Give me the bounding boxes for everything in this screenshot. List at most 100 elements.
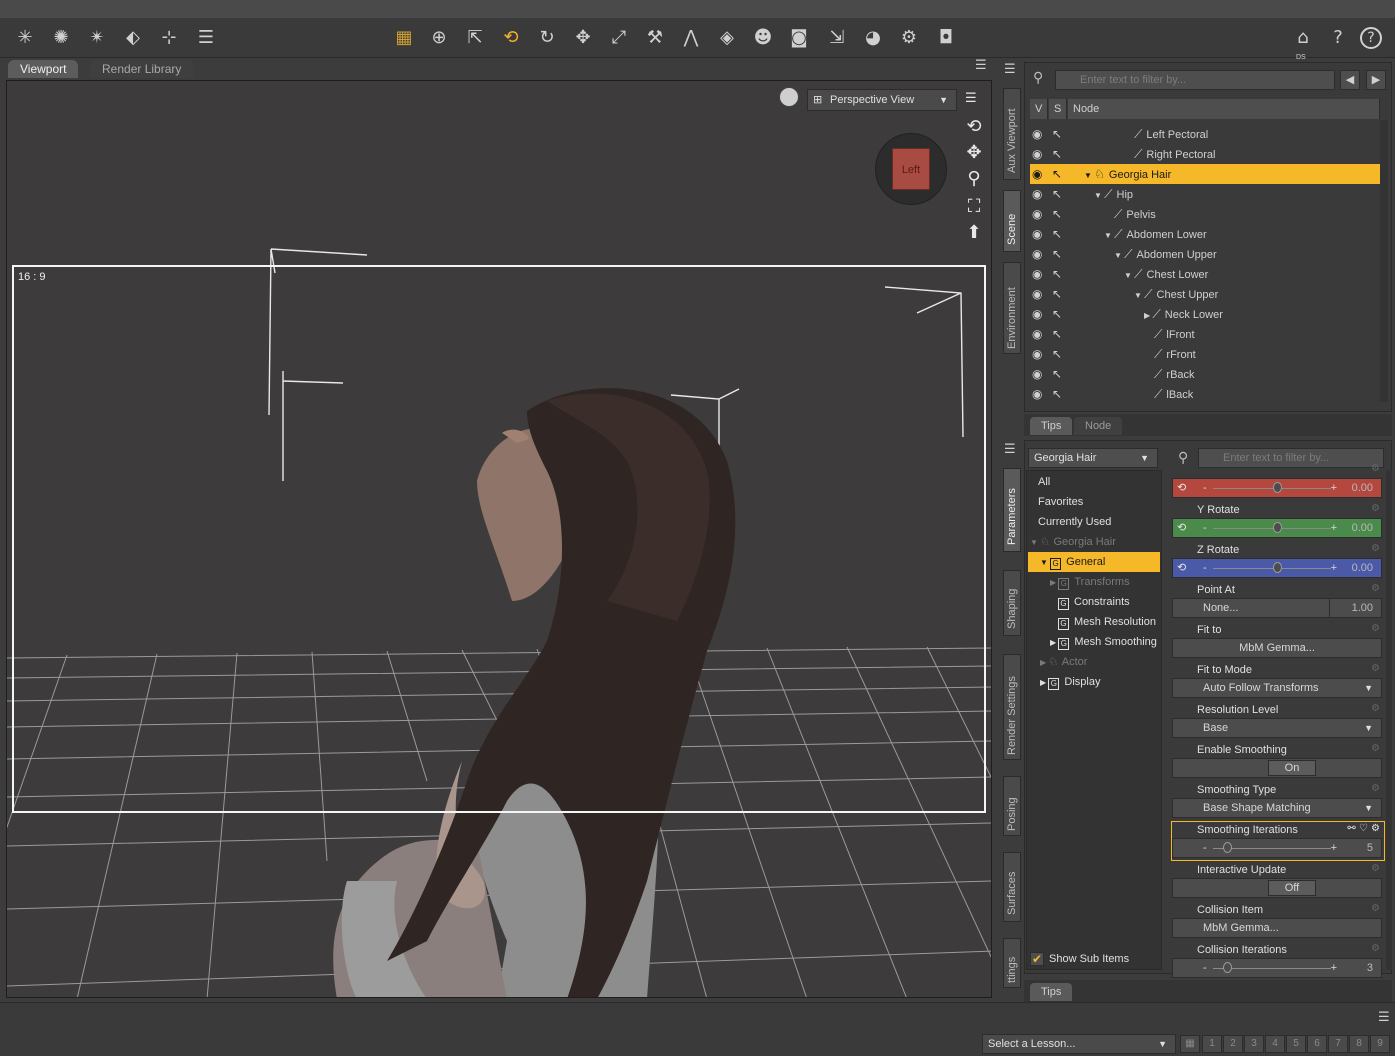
reset-view-icon[interactable]: ⬆ xyxy=(961,221,987,245)
slider-knob[interactable] xyxy=(1222,842,1232,853)
visibility-eye-icon[interactable]: ◉ xyxy=(1032,264,1042,284)
scene-node-row[interactable]: ◉ ↖ ▼ ⟋ Hip xyxy=(1030,184,1380,204)
decrement-icon[interactable]: - xyxy=(1203,479,1207,497)
parameter-category-item[interactable]: ▶ ♘ Actor xyxy=(1028,652,1160,672)
parameter-control[interactable]: Off xyxy=(1172,878,1382,898)
collapsed-arrow-icon[interactable]: ▶ xyxy=(1040,678,1048,687)
parameter-control[interactable]: MbM Gemma... xyxy=(1172,918,1382,938)
geometry-editor-icon[interactable]: ◈ xyxy=(714,26,740,50)
decrement-icon[interactable]: - xyxy=(1203,559,1207,577)
selectable-arrow-icon[interactable]: ↖ xyxy=(1052,184,1062,204)
tab-viewport[interactable]: Viewport xyxy=(8,60,79,78)
parameter-settings-icon[interactable]: ⚙ xyxy=(1371,463,1380,474)
joint-editor-icon[interactable]: ⚒ xyxy=(642,26,668,50)
increment-icon[interactable]: + xyxy=(1331,559,1337,577)
distant-light-icon[interactable]: ✺ xyxy=(48,26,74,50)
parameter-widget[interactable]: Smoothing Type ⚙ Base Shape Matching ▼ xyxy=(1172,782,1384,820)
twist-tool-icon[interactable]: ↻ xyxy=(534,26,560,50)
visibility-eye-icon[interactable]: ◉ xyxy=(1032,144,1042,164)
scene-node-row[interactable]: ◉ ↖ ▼ ♘ Georgia Hair xyxy=(1030,164,1380,184)
lesson-step-button[interactable]: 1 xyxy=(1202,1035,1222,1053)
region-navigator-icon[interactable]: ⇲ xyxy=(824,26,850,50)
collapsed-arrow-icon[interactable]: ▶ xyxy=(1050,638,1058,647)
selectable-arrow-icon[interactable]: ↖ xyxy=(1052,304,1062,324)
parameters-node-select[interactable]: Georgia Hair ▼ xyxy=(1028,448,1158,468)
tab-scene[interactable]: Scene xyxy=(1003,190,1021,252)
expanded-arrow-icon[interactable]: ▼ xyxy=(1040,558,1050,567)
expanded-arrow-icon[interactable]: ▼ xyxy=(1134,291,1144,300)
scene-node-row[interactable]: ◉ ↖ ⟋ lBack xyxy=(1030,384,1380,404)
parameter-widget[interactable]: Interactive Update ⚙ Off xyxy=(1172,862,1384,900)
increment-icon[interactable]: + xyxy=(1331,519,1337,537)
tab-shaping[interactable]: Shaping xyxy=(1003,570,1021,636)
parameter-category-item[interactable]: ▶ G Display xyxy=(1028,672,1160,692)
visibility-eye-icon[interactable]: ◉ xyxy=(1032,204,1042,224)
parameter-widget[interactable]: Collision Item ⚙ MbM Gemma... xyxy=(1172,902,1384,940)
parameter-control[interactable]: - +5 xyxy=(1172,838,1382,858)
decrement-icon[interactable]: - xyxy=(1203,839,1207,857)
selectable-arrow-icon[interactable]: ↖ xyxy=(1052,264,1062,284)
scene-node-row[interactable]: ◉ ↖ ▼ ⟋ Abdomen Lower xyxy=(1030,224,1380,244)
node-selection-icon[interactable]: ⇱ xyxy=(462,26,488,50)
help-icon[interactable]: ? xyxy=(1360,27,1382,49)
point-light-icon[interactable]: ✴ xyxy=(84,26,110,50)
slider-track[interactable] xyxy=(1213,528,1331,529)
tab-posing[interactable]: Posing xyxy=(1003,776,1021,836)
parameter-widget[interactable]: Collision Iterations ⚙ - +3 xyxy=(1172,942,1384,980)
parameter-category-item[interactable]: ▼ G General xyxy=(1028,552,1160,572)
create-primitive-icon[interactable]: ⬖ xyxy=(120,26,146,50)
parameter-widget[interactable]: Point At ⚙ None... 1.00 xyxy=(1172,582,1384,620)
parameter-widget[interactable]: Y Rotate ⚙ ⟲ - +0.00 xyxy=(1172,502,1384,540)
lesson-step-button[interactable]: 8 xyxy=(1349,1035,1369,1053)
parameter-category-item[interactable]: ▶ G Transforms xyxy=(1028,572,1160,592)
visibility-eye-icon[interactable]: ◉ xyxy=(1032,344,1042,364)
scene-node-row[interactable]: ◉ ↖ ⟋ lFront xyxy=(1030,324,1380,344)
parameter-settings-icon[interactable]: ⚯ ♡ ⚙ xyxy=(1347,823,1380,834)
rotate-tool-icon[interactable]: ⟲ xyxy=(498,26,524,50)
camera-select[interactable]: ⊞ Perspective View ▼ xyxy=(807,89,957,111)
selectable-arrow-icon[interactable]: ↖ xyxy=(1052,204,1062,224)
zoom-icon[interactable]: ⚲ xyxy=(961,167,987,191)
expanded-arrow-icon[interactable]: ▼ xyxy=(1104,231,1114,240)
parameter-control[interactable]: ⟲ - +0.00 xyxy=(1172,518,1382,538)
view-cube-face[interactable]: Left xyxy=(892,148,930,190)
visibility-eye-icon[interactable]: ◉ xyxy=(1032,224,1042,244)
scene-node-row[interactable]: ◉ ↖ ▼ ⟋ Chest Lower xyxy=(1030,264,1380,284)
parameter-settings-icon[interactable]: ⚙ xyxy=(1371,663,1380,674)
parameter-settings-icon[interactable]: ⚙ xyxy=(1371,623,1380,634)
tab-aux-viewport[interactable]: Aux Viewport xyxy=(1003,88,1021,180)
scale-tool-icon[interactable]: ⤢ xyxy=(606,26,632,50)
column-selectable[interactable]: S xyxy=(1049,99,1067,119)
parameter-settings-icon[interactable]: ⚙ xyxy=(1371,783,1380,794)
parameter-settings-icon[interactable]: ⚙ xyxy=(1371,503,1380,514)
column-node[interactable]: Node xyxy=(1068,99,1380,119)
parameter-category-item[interactable]: G Constraints xyxy=(1028,592,1160,612)
lesson-step-button[interactable]: 2 xyxy=(1223,1035,1243,1053)
collapsed-arrow-icon[interactable]: ▶ xyxy=(1050,578,1058,587)
parameter-settings-icon[interactable]: ⚙ xyxy=(1371,743,1380,754)
grid-icon[interactable]: ▦ xyxy=(391,26,417,50)
parameter-control[interactable]: Base ▼ xyxy=(1172,718,1382,738)
pan-icon[interactable]: ✥ xyxy=(961,141,987,165)
parameter-settings-icon[interactable]: ⚙ xyxy=(1371,543,1380,554)
parameter-settings-icon[interactable]: ⚙ xyxy=(1371,863,1380,874)
draw-style-icon[interactable] xyxy=(779,87,799,107)
tab-environment[interactable]: Environment xyxy=(1003,262,1021,354)
expanded-arrow-icon[interactable]: ▼ xyxy=(1094,191,1104,200)
lesson-overview-icon[interactable]: ▦ xyxy=(1180,1035,1200,1053)
pane-menu-icon[interactable]: ☰ xyxy=(1004,62,1016,77)
parameter-control[interactable]: On xyxy=(1172,758,1382,778)
slider-knob[interactable] xyxy=(1273,522,1282,533)
selectable-arrow-icon[interactable]: ↖ xyxy=(1052,324,1062,344)
parameter-control[interactable]: Auto Follow Transforms ▼ xyxy=(1172,678,1382,698)
parameter-category-item[interactable]: ▼ ♘ Georgia Hair xyxy=(1028,532,1160,552)
lesson-select[interactable]: Select a Lesson... ▼ xyxy=(982,1034,1176,1054)
expanded-arrow-icon[interactable]: ▼ xyxy=(1114,251,1124,260)
parameter-widget[interactable]: Enable Smoothing ⚙ On xyxy=(1172,742,1384,780)
scene-scrollbar[interactable] xyxy=(1380,120,1388,402)
view-cube[interactable]: Left xyxy=(875,133,947,205)
slider-knob[interactable] xyxy=(1273,562,1282,573)
increment-icon[interactable]: + xyxy=(1331,839,1337,857)
slider-track[interactable] xyxy=(1213,488,1331,489)
visibility-eye-icon[interactable]: ◉ xyxy=(1032,124,1042,144)
